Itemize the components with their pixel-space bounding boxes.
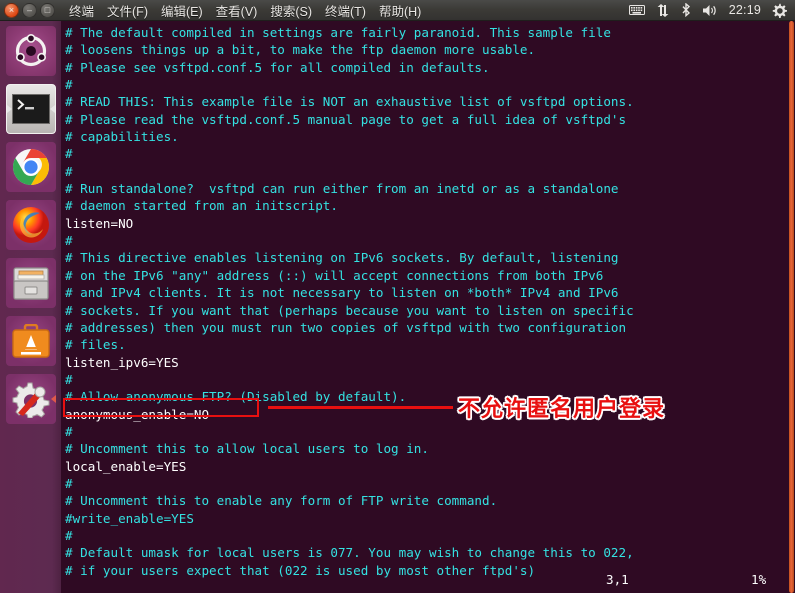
terminal-content[interactable]: # The default compiled in settings are f… bbox=[61, 21, 788, 593]
gear-icon[interactable] bbox=[772, 3, 787, 18]
terminal-line: # bbox=[65, 423, 73, 439]
terminal-line: # on the IPv6 "any" address (::) will ac… bbox=[65, 267, 604, 283]
terminal-line: # The default compiled in settings are f… bbox=[65, 25, 611, 40]
chrome-icon bbox=[12, 149, 49, 185]
top-panel: × – □ 终端 文件(F) 编辑(E) 查看(V) 搜索(S) 终端(T) 帮… bbox=[0, 0, 795, 21]
launcher-item-google-chrome[interactable] bbox=[5, 142, 56, 192]
menu-item-file[interactable]: 文件(F) bbox=[107, 1, 148, 20]
menu-item-terminal-title[interactable]: 终端 bbox=[69, 1, 94, 20]
terminal-line: # capabilities. bbox=[65, 129, 179, 145]
terminal-line: # Default umask for local users is 077. … bbox=[65, 545, 634, 561]
terminal-line: # bbox=[65, 77, 73, 93]
minimize-button[interactable]: – bbox=[22, 2, 37, 18]
keyboard-icon[interactable] bbox=[628, 4, 645, 16]
menubar: 终端 文件(F) 编辑(E) 查看(V) 搜索(S) 终端(T) 帮助(H) bbox=[69, 1, 421, 20]
menu-item-view[interactable]: 查看(V) bbox=[216, 1, 258, 20]
terminal-line: # bbox=[65, 233, 73, 249]
terminal-line: # READ THIS: This example file is NOT an… bbox=[65, 94, 634, 110]
terminal-line: # bbox=[65, 475, 73, 491]
maximize-button[interactable]: □ bbox=[40, 2, 55, 18]
launcher-item-system-settings[interactable] bbox=[5, 374, 56, 424]
terminal-line: # Uncomment this to allow local users to… bbox=[65, 441, 429, 457]
terminal-line: # Run standalone? vsftpd can run either … bbox=[65, 181, 619, 197]
terminal-line: # loosens things up a bit, to make the f… bbox=[65, 42, 536, 58]
ubuntu-logo-icon bbox=[15, 34, 46, 67]
file-manager-icon bbox=[12, 267, 49, 300]
launcher-item-files[interactable] bbox=[5, 258, 56, 308]
launcher-focused-pip-right bbox=[49, 105, 55, 113]
minimize-icon: – bbox=[26, 4, 32, 15]
software-center-icon bbox=[11, 324, 50, 358]
terminal-line: # Please see vsftpd.conf.5 for all compi… bbox=[65, 59, 490, 75]
terminal-line: # Please read the vsftpd.conf.5 manual p… bbox=[65, 111, 627, 127]
close-button[interactable]: × bbox=[4, 2, 19, 18]
terminal-line: # bbox=[65, 371, 73, 387]
terminal-line: # sockets. If you want that (perhaps bec… bbox=[65, 302, 634, 318]
menu-item-edit[interactable]: 编辑(E) bbox=[161, 1, 203, 20]
terminal-line: # Allow anonymous FTP? (Disabled by defa… bbox=[65, 389, 407, 405]
unity-launcher bbox=[0, 21, 61, 593]
bluetooth-icon[interactable] bbox=[681, 3, 691, 17]
terminal-line: # bbox=[65, 146, 73, 162]
network-updown-icon[interactable] bbox=[656, 3, 670, 17]
terminal-line: # bbox=[65, 527, 73, 543]
menu-item-search[interactable]: 搜索(S) bbox=[270, 1, 312, 20]
firefox-icon bbox=[12, 207, 49, 243]
terminal-line: # addresses) then you must run two copie… bbox=[65, 319, 627, 335]
terminal-prompt-icon bbox=[16, 99, 34, 110]
terminal-line: # This directive enables listening on IP… bbox=[65, 250, 619, 266]
launcher-item-firefox[interactable] bbox=[5, 200, 56, 250]
cursor-position: 3,1 bbox=[606, 572, 629, 587]
clock[interactable]: 22:19 bbox=[729, 3, 761, 17]
terminal-line: # and IPv4 clients. It is not necessary … bbox=[65, 285, 619, 301]
annotation-arrow-line bbox=[268, 406, 453, 409]
scroll-percent: 1% bbox=[751, 572, 767, 587]
indicator-area: 22:19 bbox=[628, 3, 795, 18]
launcher-item-ubuntu-software[interactable] bbox=[5, 316, 56, 366]
launcher-spacer bbox=[0, 432, 61, 592]
settings-gear-wrench-icon bbox=[12, 382, 49, 418]
menu-item-terminal[interactable]: 终端(T) bbox=[325, 1, 366, 20]
maximize-icon: □ bbox=[44, 4, 51, 15]
volume-icon[interactable] bbox=[702, 4, 718, 17]
annotation-note-text: 不允许匿名用户登录 bbox=[458, 397, 666, 422]
launcher-item-terminal[interactable] bbox=[5, 84, 56, 134]
close-icon: × bbox=[8, 4, 15, 15]
terminal-line: listen_ipv6=YES bbox=[65, 354, 179, 370]
vim-status-line: 3,1 1% bbox=[61, 572, 788, 589]
launcher-running-pip-left bbox=[6, 105, 12, 113]
terminal-scrollbar-thumb[interactable] bbox=[789, 21, 794, 593]
terminal-line: #write_enable=YES bbox=[65, 510, 194, 526]
launcher-item-ubuntu-dash[interactable] bbox=[5, 26, 56, 76]
terminal-line: # Uncomment this to enable any form of F… bbox=[65, 493, 498, 509]
launcher-pip-right bbox=[50, 395, 56, 403]
terminal-line: # daemon started from an initscript. bbox=[65, 198, 338, 214]
terminal-line: local_enable=YES bbox=[65, 458, 187, 474]
desktop-root: × – □ 终端 文件(F) 编辑(E) 查看(V) 搜索(S) 终端(T) 帮… bbox=[0, 0, 795, 593]
terminal-line: listen=NO bbox=[65, 215, 134, 231]
terminal-line: # bbox=[65, 163, 73, 179]
menu-item-help[interactable]: 帮助(H) bbox=[379, 1, 421, 20]
terminal-line: # files. bbox=[65, 337, 126, 353]
window-controls: × – □ bbox=[0, 2, 55, 18]
